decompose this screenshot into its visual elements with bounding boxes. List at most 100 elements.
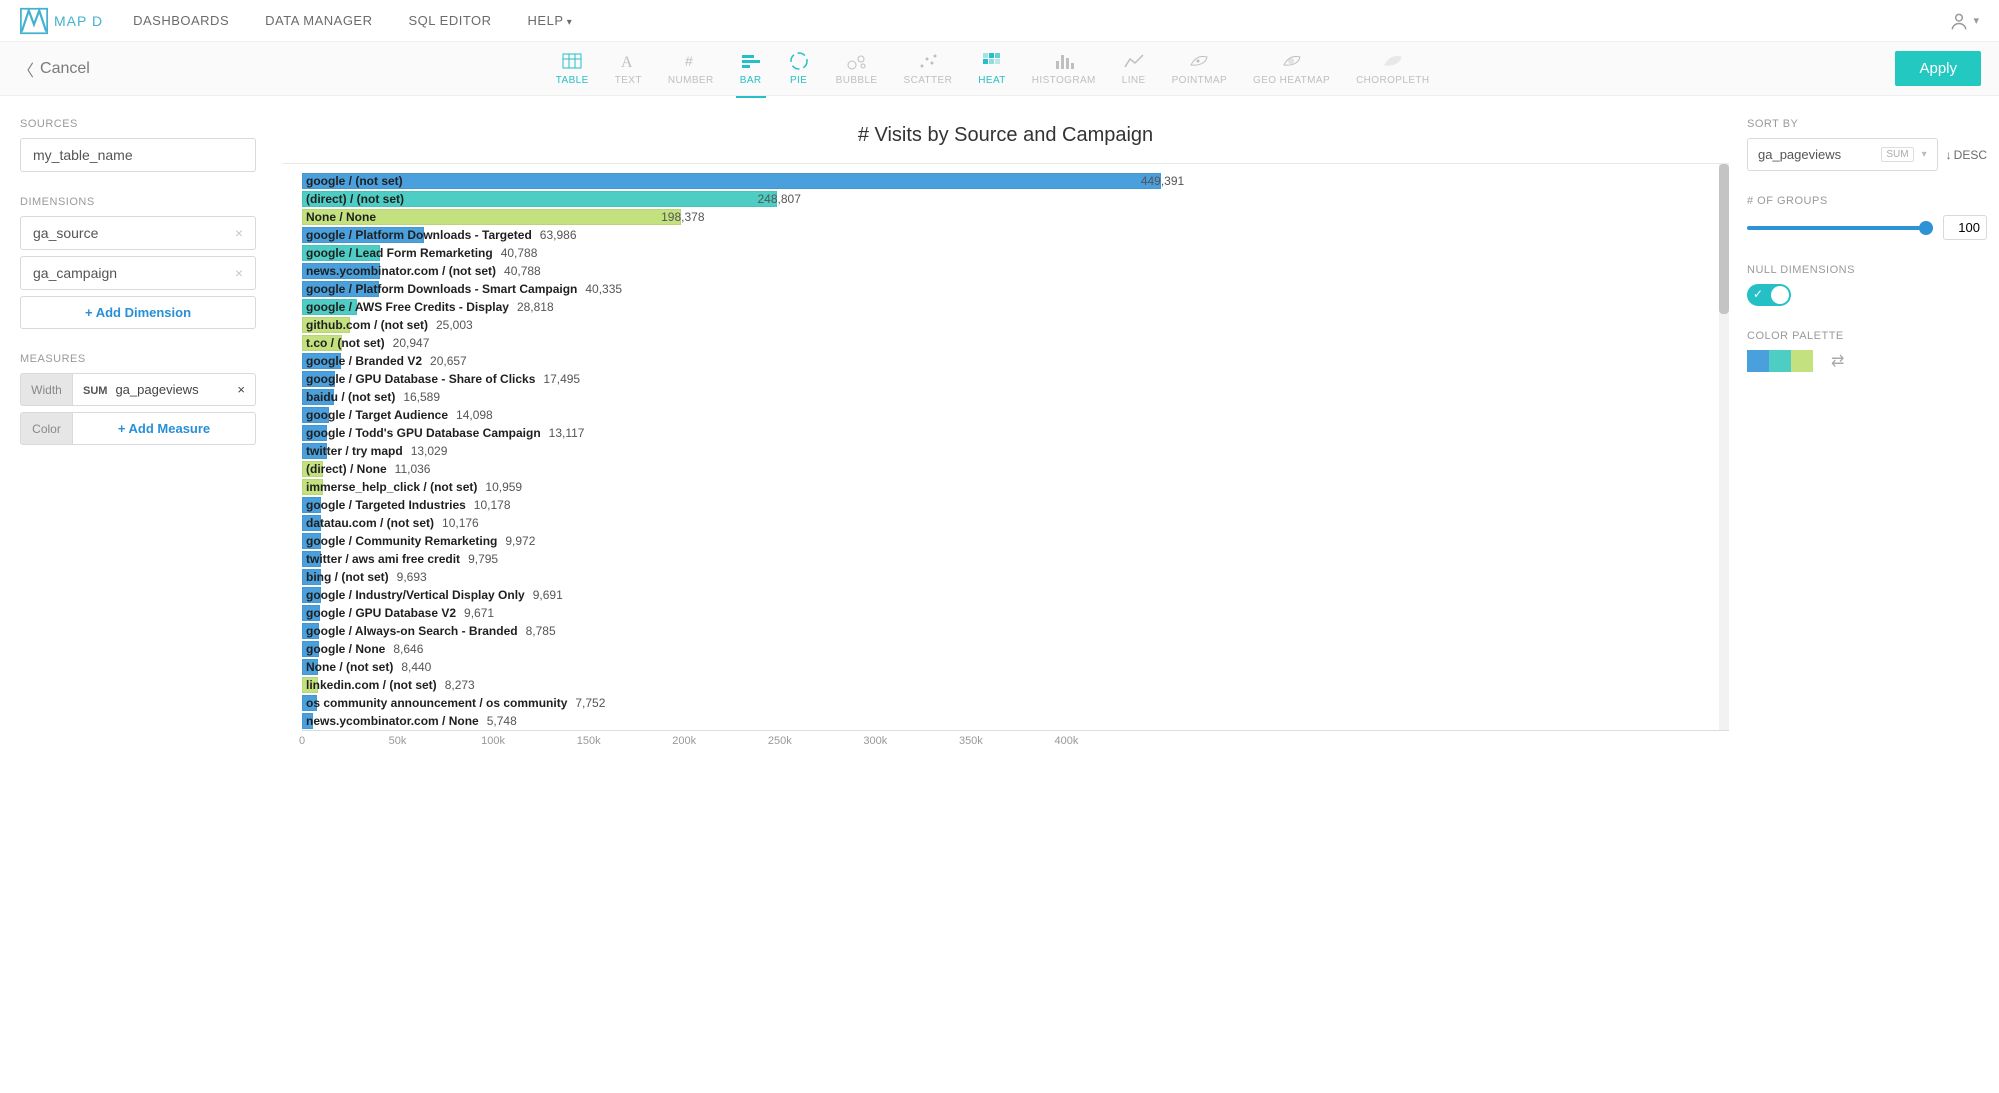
geo-heatmap-icon	[1281, 51, 1303, 71]
bar-row[interactable]: google / Platform Downloads - Targeted63…	[282, 226, 1729, 244]
chart-toolbar: 〈 Cancel TABLE ATEXT #NUMBER BAR PIE BUBBLE SC…	[0, 42, 1999, 96]
bar-row[interactable]: google / Always-on Search - Branded8,785	[282, 622, 1729, 640]
chart-type-choropleth[interactable]: CHOROPLETH	[1356, 51, 1429, 86]
chart-type-scatter[interactable]: SCATTER	[904, 51, 953, 86]
table-icon	[561, 51, 583, 71]
nav-sql-editor[interactable]: SQL EDITOR	[409, 13, 492, 28]
bar-row[interactable]: twitter / try mapd13,029	[282, 442, 1729, 460]
color-swatch	[1791, 350, 1813, 372]
bar-row[interactable]: (direct) / None11,036	[282, 460, 1729, 478]
source-select[interactable]: my_table_name	[20, 138, 256, 172]
bar-label: (direct) / None	[306, 462, 387, 476]
bar-row[interactable]: twitter / aws ami free credit9,795	[282, 550, 1729, 568]
chart-type-pie[interactable]: PIE	[788, 51, 810, 86]
chart-type-bubble[interactable]: BUBBLE	[836, 51, 878, 86]
brand-logo: MAP D	[20, 7, 103, 35]
chart-type-line[interactable]: LINE	[1122, 51, 1146, 86]
bar-row[interactable]: datatau.com / (not set)10,176	[282, 514, 1729, 532]
bar-row[interactable]: bing / (not set)9,693	[282, 568, 1729, 586]
bar-row[interactable]: google / Lead Form Remarketing40,788	[282, 244, 1729, 262]
bar-row[interactable]: google / Industry/Vertical Display Only9…	[282, 586, 1729, 604]
heat-icon	[981, 51, 1003, 71]
bubble-icon	[846, 51, 868, 71]
bar-row[interactable]: None / (not set)8,440	[282, 658, 1729, 676]
bar-row[interactable]: (direct) / (not set)248,807	[282, 190, 1729, 208]
slider-knob[interactable]	[1919, 221, 1933, 235]
bar-row[interactable]: news.ycombinator.com / (not set)40,788	[282, 262, 1729, 280]
user-menu[interactable]: ▾	[1949, 11, 1979, 31]
bar-row[interactable]: google / None8,646	[282, 640, 1729, 658]
bar-row[interactable]: google / Targeted Industries10,178	[282, 496, 1729, 514]
bar-row[interactable]: google / Target Audience14,098	[282, 406, 1729, 424]
bar-row[interactable]: google / (not set)449,391	[282, 172, 1729, 190]
bar-value: 10,959	[485, 480, 522, 494]
chart-type-table[interactable]: TABLE	[556, 51, 589, 86]
bar-row[interactable]: t.co / (not set)20,947	[282, 334, 1729, 352]
nav-help[interactable]: HELP	[528, 13, 573, 28]
palette-swatches[interactable]	[1747, 350, 1813, 372]
bar-row[interactable]: github.com / (not set)25,003	[282, 316, 1729, 334]
bar-row[interactable]: news.ycombinator.com / None5,748	[282, 712, 1729, 730]
measure-color-label: Color	[20, 412, 72, 445]
dimension-field[interactable]: ga_campaign×	[20, 256, 256, 290]
bar-row[interactable]: None / None198,378	[282, 208, 1729, 226]
dimensions-label: DIMENSIONS	[20, 196, 256, 208]
palette-settings-icon[interactable]: ⇄	[1831, 351, 1844, 371]
nav-data-manager[interactable]: DATA MANAGER	[265, 13, 372, 28]
chart-type-histogram[interactable]: HISTOGRAM	[1032, 51, 1096, 86]
null-dimensions-toggle[interactable]: ✓	[1747, 284, 1791, 306]
bar-row[interactable]: google / Branded V220,657	[282, 352, 1729, 370]
sortby-field[interactable]: ga_pageviews SUM ▾	[1747, 138, 1938, 171]
svg-text:#: #	[685, 53, 693, 69]
chart-panel: # Visits by Source and Campaign google /…	[276, 96, 1735, 772]
remove-dimension-icon[interactable]: ×	[235, 265, 243, 281]
add-dimension-button[interactable]: + Add Dimension	[20, 296, 256, 329]
add-measure-button[interactable]: + Add Measure	[72, 412, 256, 445]
bar-value: 7,752	[575, 696, 605, 710]
bar-row[interactable]: os community announcement / os community…	[282, 694, 1729, 712]
nav-dashboards[interactable]: DASHBOARDS	[133, 13, 229, 28]
chart-type-pointmap[interactable]: POINTMAP	[1172, 51, 1227, 86]
bar-value: 9,671	[464, 606, 494, 620]
brand-text: MAP D	[54, 13, 103, 29]
chart-type-number[interactable]: #NUMBER	[668, 51, 714, 86]
bar-row[interactable]: immerse_help_click / (not set)10,959	[282, 478, 1729, 496]
bar-label: bing / (not set)	[306, 570, 389, 584]
bar-label: google / Platform Downloads - Targeted	[306, 228, 532, 242]
bar-row[interactable]: baidu / (not set)16,589	[282, 388, 1729, 406]
bar-row[interactable]: google / Community Remarketing9,972	[282, 532, 1729, 550]
bar-label-group: immerse_help_click / (not set)10,959	[306, 480, 522, 494]
chart-type-geo-heatmap[interactable]: GEO HEATMAP	[1253, 51, 1330, 86]
bar-row[interactable]: linkedin.com / (not set)8,273	[282, 676, 1729, 694]
bar-label-group: os community announcement / os community…	[306, 696, 605, 710]
bar-row[interactable]: google / GPU Database - Share of Clicks1…	[282, 370, 1729, 388]
scrollbar-thumb[interactable]	[1719, 164, 1729, 314]
chart-type-text[interactable]: ATEXT	[615, 51, 642, 86]
bar-row[interactable]: google / GPU Database V29,671	[282, 604, 1729, 622]
chart-type-heat[interactable]: HEAT	[978, 51, 1006, 86]
chart-type-bar[interactable]: BAR	[740, 51, 762, 86]
remove-measure-icon[interactable]: ×	[237, 382, 245, 397]
dimension-field[interactable]: ga_source×	[20, 216, 256, 250]
source-value: my_table_name	[33, 147, 133, 163]
measure-width-field[interactable]: SUMga_pageviews ×	[72, 373, 256, 406]
bar-label-group: t.co / (not set)20,947	[306, 336, 429, 350]
sortby-label: SORT BY	[1747, 118, 1987, 130]
bar-row[interactable]: google / Todd's GPU Database Campaign13,…	[282, 424, 1729, 442]
apply-button[interactable]: Apply	[1895, 51, 1981, 86]
bar-label: twitter / aws ami free credit	[306, 552, 460, 566]
scatter-icon	[917, 51, 939, 71]
bar-row[interactable]: google / AWS Free Credits - Display28,81…	[282, 298, 1729, 316]
groups-input[interactable]	[1943, 215, 1987, 240]
bar-value: 9,691	[533, 588, 563, 602]
remove-dimension-icon[interactable]: ×	[235, 225, 243, 241]
groups-slider[interactable]	[1747, 226, 1933, 230]
bar-label-group: google / Targeted Industries10,178	[306, 498, 511, 512]
check-icon: ✓	[1753, 287, 1763, 301]
cancel-button[interactable]: 〈 Cancel	[18, 57, 90, 81]
bar-fill	[302, 173, 1161, 189]
bar-label-group: google / Platform Downloads - Targeted63…	[306, 228, 577, 242]
bar-row[interactable]: google / Platform Downloads - Smart Camp…	[282, 280, 1729, 298]
bar-label-group: google / GPU Database V29,671	[306, 606, 494, 620]
sort-direction-button[interactable]: ↓DESC	[1946, 148, 1987, 162]
